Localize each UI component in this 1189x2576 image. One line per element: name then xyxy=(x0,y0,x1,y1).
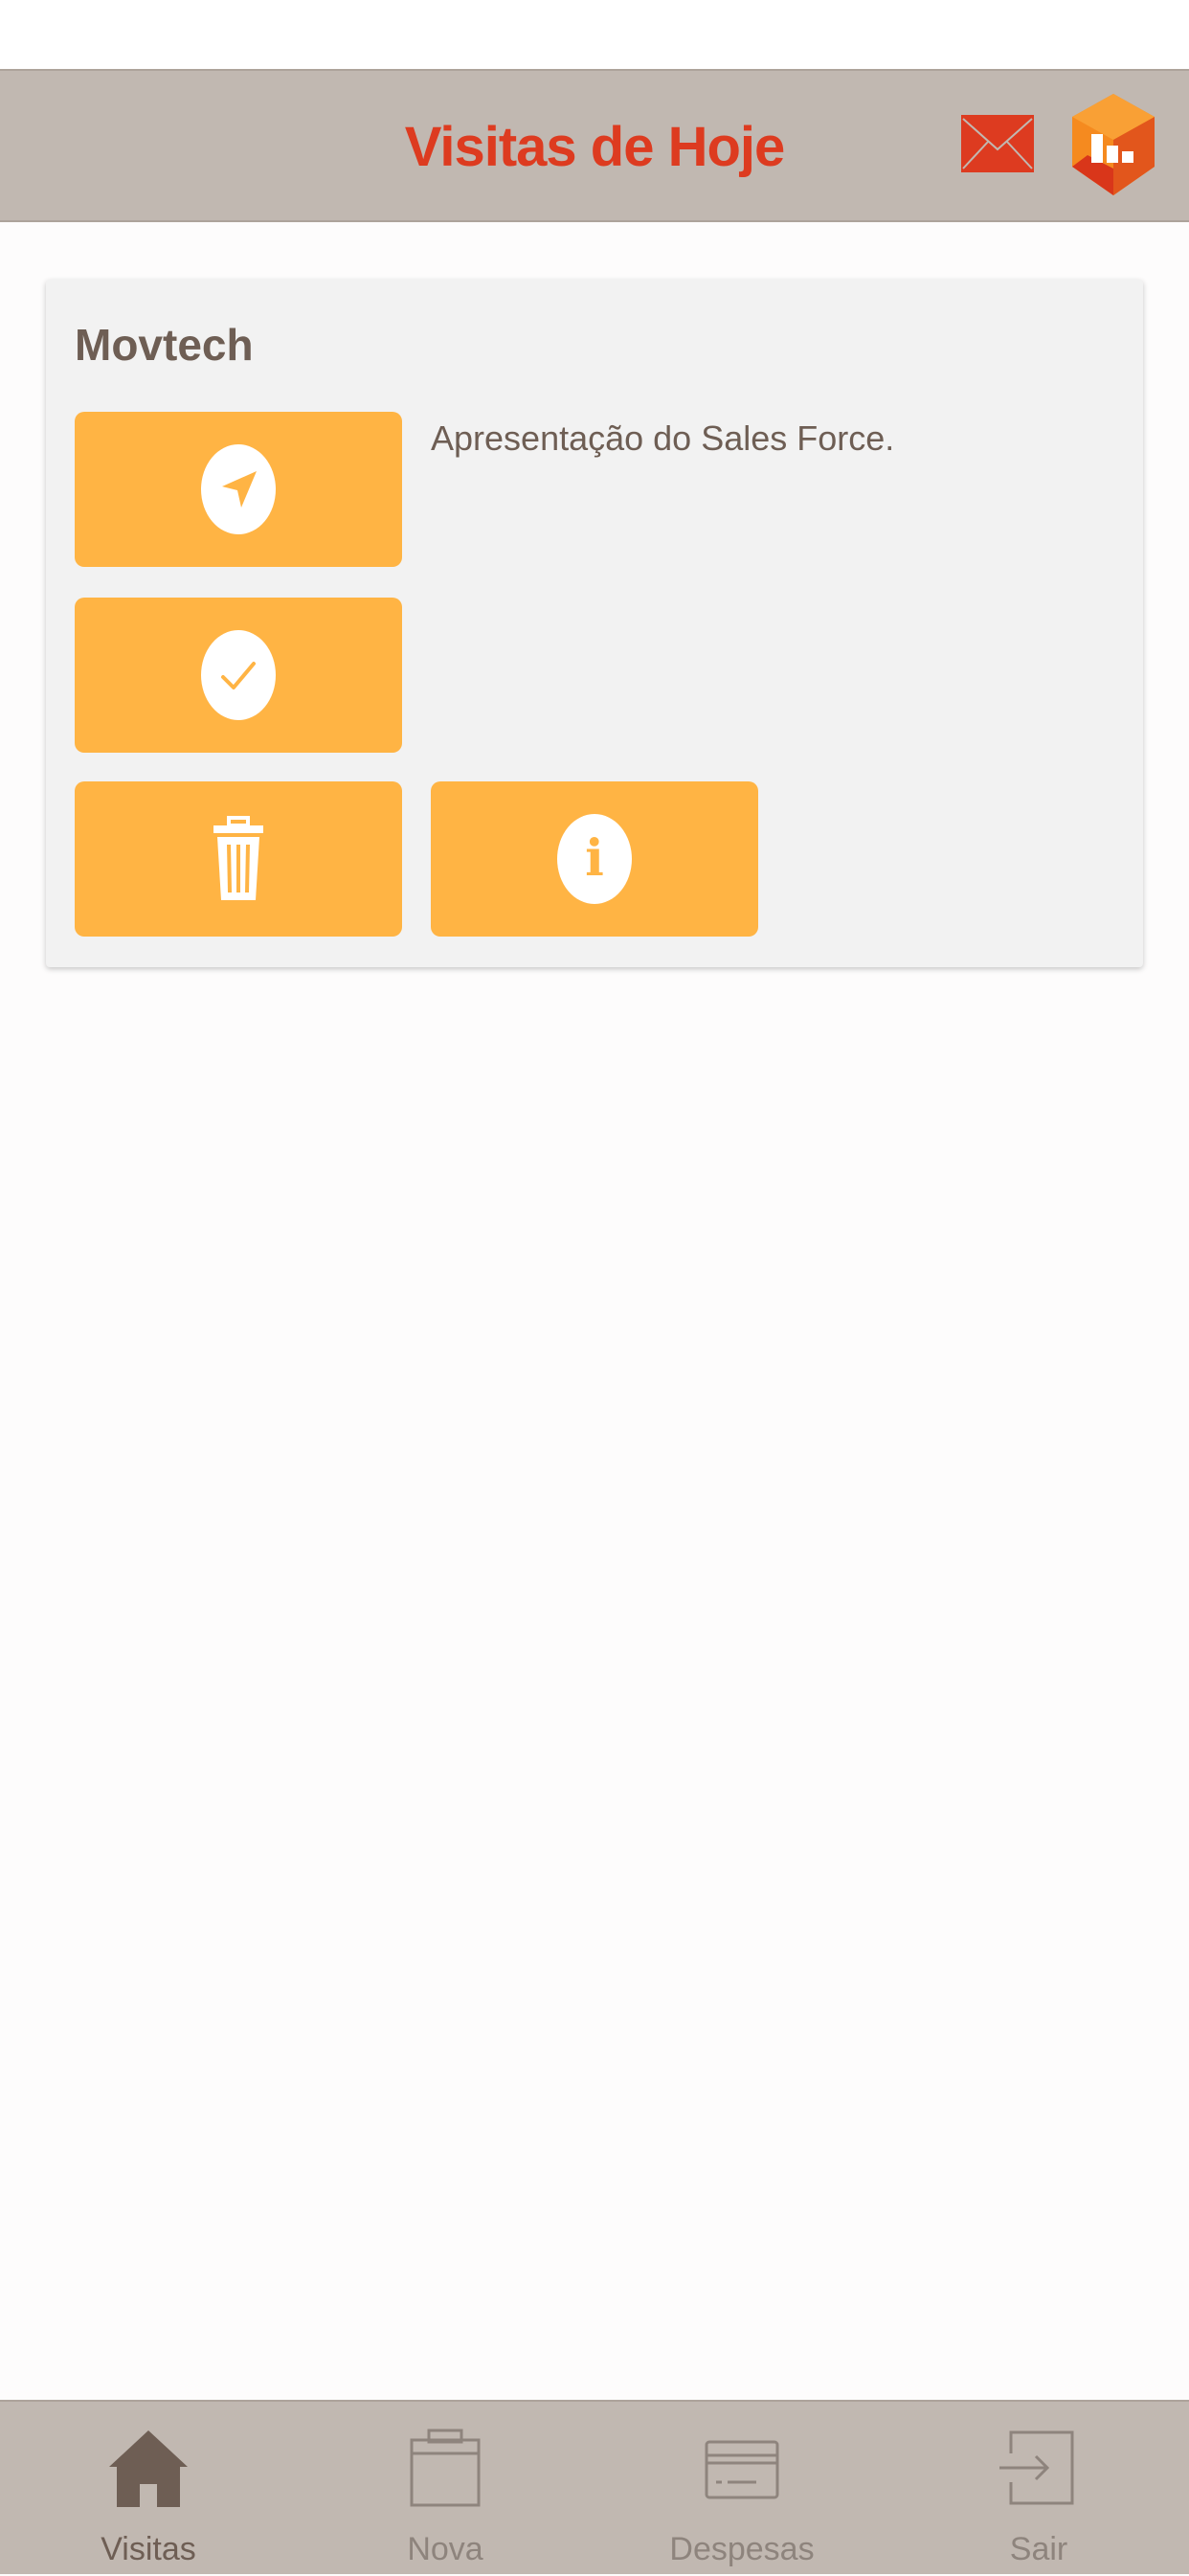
home-icon xyxy=(109,2430,188,2507)
visit-card: Movtech Apresentação do Sales Force. i xyxy=(46,280,1143,967)
app-logo xyxy=(1068,92,1158,199)
tab-sair-label: Sair xyxy=(1009,2531,1068,2567)
tab-nova[interactable]: Nova xyxy=(297,2402,594,2576)
app-header: Visitas de Hoje xyxy=(0,69,1189,222)
navigate-button[interactable] xyxy=(75,412,402,567)
tab-visitas-label: Visitas xyxy=(101,2531,196,2567)
checkmark-icon xyxy=(201,630,276,720)
company-name: Movtech xyxy=(75,320,254,370)
exit-icon xyxy=(999,2430,1074,2505)
tab-visitas[interactable]: Visitas xyxy=(0,2402,297,2576)
delete-visit-button[interactable] xyxy=(75,781,402,937)
info-glyph: i xyxy=(585,829,604,888)
mail-icon xyxy=(961,115,1034,172)
status-bar xyxy=(0,0,1189,69)
credit-card-icon xyxy=(705,2440,779,2499)
calendar-icon xyxy=(410,2429,481,2507)
bottom-tab-bar: Visitas Nova Despesas Sair xyxy=(0,2400,1189,2574)
tab-sair[interactable]: Sair xyxy=(890,2402,1187,2576)
trash-icon xyxy=(213,816,263,900)
navigation-arrow-icon xyxy=(201,444,276,534)
visit-info-button[interactable]: i xyxy=(431,781,758,937)
tab-nova-label: Nova xyxy=(407,2531,483,2567)
mail-button[interactable] xyxy=(959,113,1036,174)
info-icon: i xyxy=(557,814,632,904)
tab-despesas[interactable]: Despesas xyxy=(594,2402,890,2576)
tab-despesas-label: Despesas xyxy=(669,2531,815,2567)
complete-visit-button[interactable] xyxy=(75,598,402,753)
visit-description: Apresentação do Sales Force. xyxy=(431,418,895,458)
